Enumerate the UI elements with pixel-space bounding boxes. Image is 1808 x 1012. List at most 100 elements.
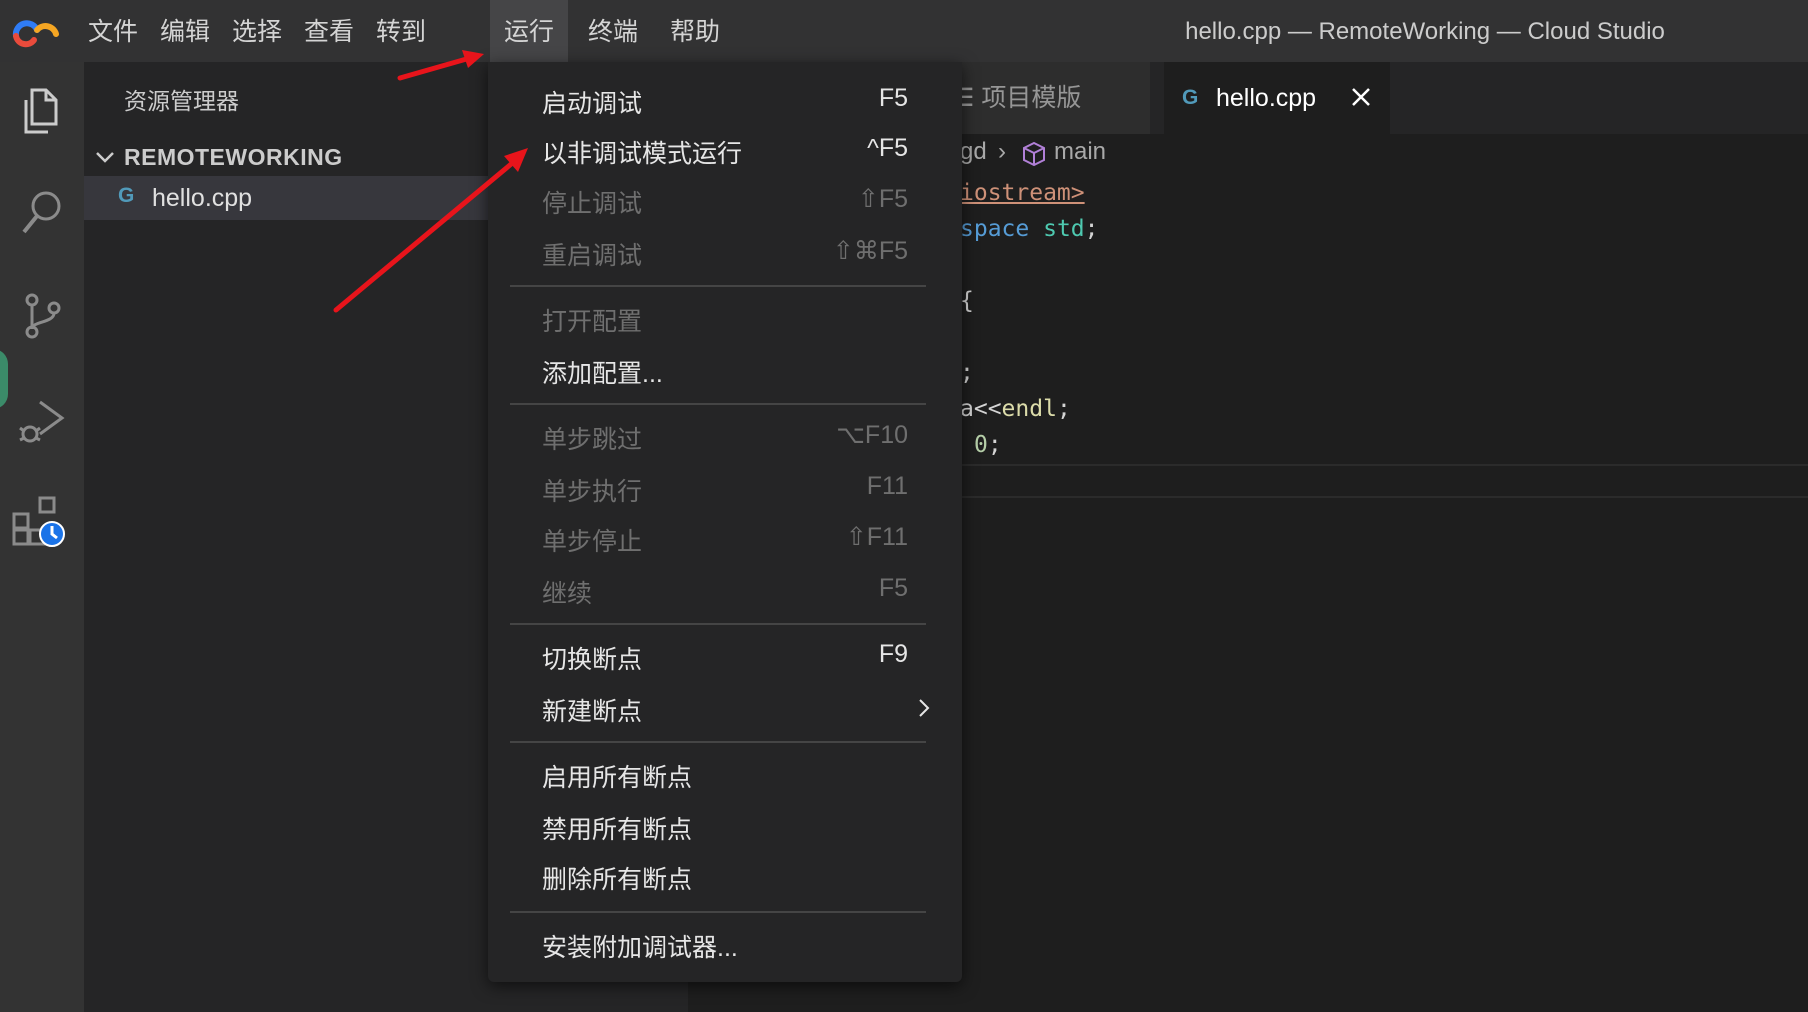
code-line[interactable]: ; — [960, 360, 974, 386]
breadcrumb-separator: › — [998, 138, 1006, 165]
chevron-right-icon — [919, 699, 930, 717]
menu-separator — [510, 741, 926, 743]
shortcut-label: ⇧⌘F5 — [832, 237, 908, 265]
number: 0 — [974, 432, 988, 458]
menu-item-label: 继续 — [542, 580, 593, 608]
shortcut-label: F5 — [878, 574, 908, 602]
source-control-icon[interactable] — [10, 284, 74, 348]
menu-go[interactable]: 转到 — [362, 0, 440, 62]
folder-name: REMOTEWORKING — [124, 144, 343, 170]
sidebar-title: 资源管理器 — [124, 88, 239, 114]
menu-edit[interactable]: 编辑 — [146, 0, 224, 62]
menu-item-remove-all-breakpoints[interactable]: 删除所有断点 — [488, 852, 962, 900]
menu-terminal[interactable]: 终端 — [574, 0, 652, 62]
menu-item-new-breakpoint[interactable]: 新建断点 — [488, 684, 962, 732]
menu-bar: 文件 编辑 选择 查看 转到 运行 终端 帮助 hello.cpp — Remo… — [0, 0, 1808, 63]
menu-item-label: 重启调试 — [542, 242, 643, 270]
menu-item-enable-all-breakpoints[interactable]: 启用所有断点 — [488, 750, 962, 798]
punct: ; — [987, 432, 1002, 458]
shortcut-label: F11 — [866, 472, 908, 500]
search-icon[interactable] — [10, 180, 74, 244]
breadcrumb-folder[interactable]: gd — [960, 138, 987, 166]
shortcut-label: ⇧F11 — [845, 523, 908, 551]
menu-item-label: 安装附加调试器... — [542, 934, 738, 962]
menu-item-label: 删除所有断点 — [542, 866, 693, 894]
chevron-down-icon — [96, 152, 114, 163]
symbol-method-icon — [1023, 141, 1045, 167]
identifier: endl — [1001, 396, 1057, 422]
file-name: hello.cpp — [152, 184, 253, 212]
menu-item-restart-debugging[interactable]: 重启调试 ⇧⌘F5 — [488, 228, 962, 276]
menu-item-open-configurations[interactable]: 打开配置 — [488, 294, 962, 342]
menu-file[interactable]: 文件 — [74, 0, 152, 62]
brace: { — [960, 288, 974, 314]
window-title: hello.cpp — RemoteWorking — Cloud Studio — [1185, 18, 1665, 45]
current-line-border — [940, 464, 1808, 466]
code-line[interactable]: { — [960, 288, 974, 314]
menu-item-add-configuration[interactable]: 添加配置... — [488, 346, 962, 394]
activity-indicator — [0, 349, 8, 409]
shortcut-label: ⇧F5 — [857, 185, 908, 213]
menu-help[interactable]: 帮助 — [656, 0, 734, 62]
cpp-file-icon: G — [1182, 86, 1199, 109]
breadcrumb-symbol[interactable]: main — [1054, 138, 1106, 166]
menu-item-label: 新建断点 — [542, 698, 643, 726]
menu-separator — [510, 285, 926, 287]
code-line[interactable]: a<<endl; — [960, 396, 1071, 422]
tab-label: 项目模版 — [981, 84, 1082, 112]
menu-item-label: 禁用所有断点 — [542, 816, 693, 844]
tab-hello-cpp[interactable]: G hello.cpp — [1164, 62, 1390, 134]
close-icon[interactable] — [1348, 84, 1374, 110]
menu-item-install-debuggers[interactable]: 安装附加调试器... — [488, 920, 962, 968]
menu-item-run-without-debugging[interactable]: 以非调试模式运行 ^F5 — [488, 126, 962, 174]
shortcut-label: ⌥F10 — [836, 421, 908, 449]
menu-item-disable-all-breakpoints[interactable]: 禁用所有断点 — [488, 802, 962, 850]
explorer-icon[interactable] — [10, 78, 74, 142]
menu-run[interactable]: 运行 — [490, 0, 569, 62]
menu-item-label: 单步停止 — [542, 528, 643, 556]
menu-item-toggle-breakpoint[interactable]: 切换断点 F9 — [488, 632, 962, 680]
punct: ; — [1084, 216, 1099, 242]
shortcut-label: ^F5 — [867, 134, 908, 162]
menu-item-label: 单步跳过 — [542, 426, 643, 454]
code-line[interactable]: 0; — [974, 432, 1002, 458]
menu-item-step-into[interactable]: 单步执行 F11 — [488, 464, 962, 512]
namespace-name: std — [1043, 216, 1085, 242]
menu-separator — [510, 911, 926, 913]
activity-bar — [0, 62, 84, 1012]
extensions-icon[interactable] — [10, 492, 74, 556]
menu-item-label: 打开配置 — [542, 308, 643, 336]
menu-separator — [510, 403, 926, 405]
code-text: a<< — [960, 396, 1002, 422]
menu-item-step-over[interactable]: 单步跳过 ⌥F10 — [488, 412, 962, 460]
menu-item-start-debugging[interactable]: 启动调试 F5 — [488, 76, 962, 124]
menu-item-label: 单步执行 — [542, 478, 643, 506]
code-line[interactable]: iostream> — [960, 180, 1085, 206]
keyword: space — [960, 216, 1030, 242]
menu-item-label: 启动调试 — [542, 90, 643, 118]
menu-item-label: 以非调试模式运行 — [542, 140, 743, 168]
cpp-file-icon: G — [118, 184, 135, 207]
tab-label: hello.cpp — [1216, 84, 1317, 112]
menu-selection[interactable]: 选择 — [218, 0, 296, 62]
punct: ; — [1056, 396, 1071, 422]
menu-separator — [510, 623, 926, 625]
menu-item-stop-debugging[interactable]: 停止调试 ⇧F5 — [488, 176, 962, 224]
menu-view[interactable]: 查看 — [290, 0, 368, 62]
tab-project-template[interactable]: ☰ 项目模版 — [938, 62, 1150, 134]
shortcut-label: F5 — [878, 84, 908, 112]
cloud-studio-logo-icon — [12, 20, 59, 48]
run-debug-icon[interactable] — [10, 388, 74, 452]
punct: ; — [960, 360, 974, 386]
menu-item-label: 启用所有断点 — [542, 764, 693, 792]
include-path: iostream> — [960, 180, 1085, 206]
menu-item-continue[interactable]: 继续 F5 — [488, 566, 962, 614]
run-menu-dropdown: 启动调试 F5 以非调试模式运行 ^F5 停止调试 ⇧F5 重启调试 ⇧⌘F5 … — [488, 62, 962, 982]
current-line-border — [940, 496, 1808, 498]
menu-item-label: 切换断点 — [542, 646, 643, 674]
menu-item-step-out[interactable]: 单步停止 ⇧F11 — [488, 514, 962, 562]
shortcut-label: F9 — [878, 640, 908, 668]
code-line[interactable]: space std; — [960, 216, 1099, 242]
menu-item-label: 停止调试 — [542, 190, 643, 218]
menu-item-label: 添加配置... — [542, 360, 663, 388]
